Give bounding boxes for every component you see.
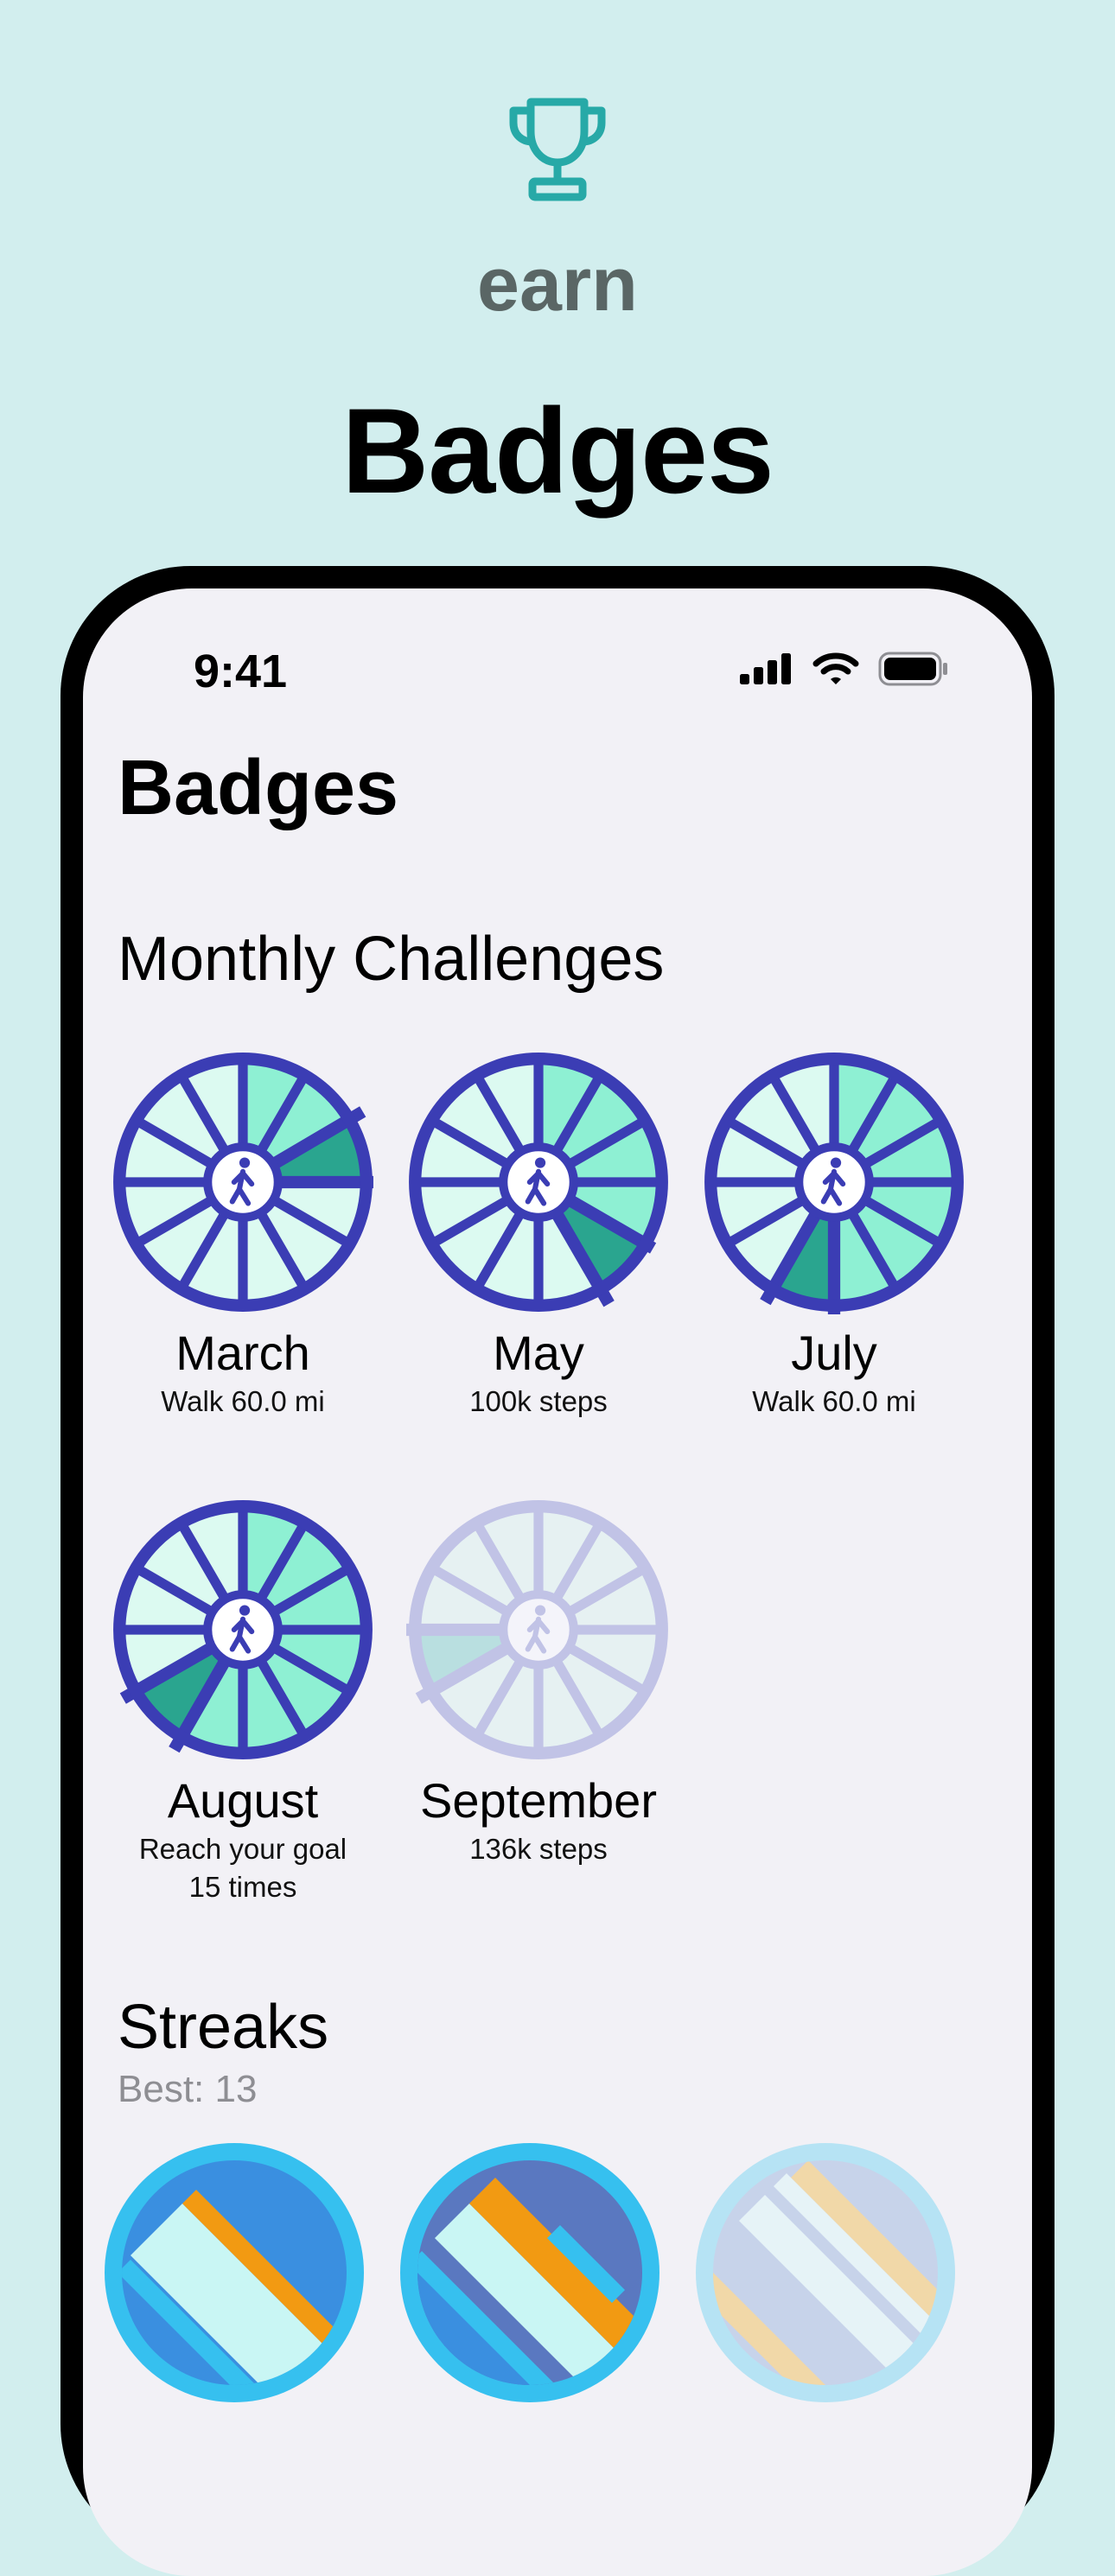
status-icons — [740, 649, 949, 689]
hero-subtitle: earn — [477, 241, 638, 327]
badge-goal: Reach your goal 15 times — [138, 1832, 347, 1904]
badge-goal: 100k steps — [469, 1384, 608, 1417]
badge-month: September — [420, 1773, 657, 1828]
nav-title: Badges — [118, 745, 399, 831]
streaks-best: Best: 13 — [118, 2068, 258, 2110]
streak-badge-1[interactable] — [100, 2139, 368, 2407]
badge-wheel-may — [409, 1053, 668, 1312]
badge-march[interactable]: March Walk 60.0 mi — [100, 1050, 385, 1421]
badge-august[interactable]: August Reach your goal 15 times — [100, 1498, 385, 1907]
badge-wheel-august — [113, 1500, 373, 1759]
phone-frame: 9:41 Badges Monthly Challenges March Wal… — [61, 566, 1054, 2576]
badge-wheel-september — [406, 1500, 668, 1759]
badge-may[interactable]: May 100k steps — [396, 1050, 681, 1421]
status-time: 9:41 — [194, 646, 288, 697]
cellular-signal-icon — [740, 653, 791, 684]
badge-goal: Walk 60.0 mi — [752, 1384, 916, 1417]
battery-icon — [878, 652, 947, 686]
streak-badge-3-locked[interactable] — [691, 2139, 959, 2407]
phone-screen: 9:41 Badges Monthly Challenges March Wal… — [83, 588, 1032, 2576]
badge-month: March — [175, 1326, 310, 1380]
badge-goal: Walk 60.0 mi — [161, 1384, 325, 1417]
badge-september[interactable]: September 136k steps — [396, 1498, 681, 1868]
hero-title: Badges — [341, 383, 774, 518]
badge-wheel-march — [113, 1053, 373, 1312]
badge-month: July — [791, 1326, 877, 1380]
wifi-icon — [812, 652, 859, 684]
badge-goal: 136k steps — [469, 1832, 608, 1865]
trophy-icon — [509, 98, 606, 201]
badge-july[interactable]: July Walk 60.0 mi — [691, 1050, 977, 1421]
monthly-challenges-title: Monthly Challenges — [118, 925, 665, 994]
streaks-title: Streaks — [118, 1993, 329, 2062]
badge-month: May — [493, 1326, 584, 1380]
badge-wheel-july — [704, 1053, 964, 1314]
badge-month: August — [167, 1773, 319, 1828]
streak-badge-2[interactable] — [396, 2139, 664, 2407]
